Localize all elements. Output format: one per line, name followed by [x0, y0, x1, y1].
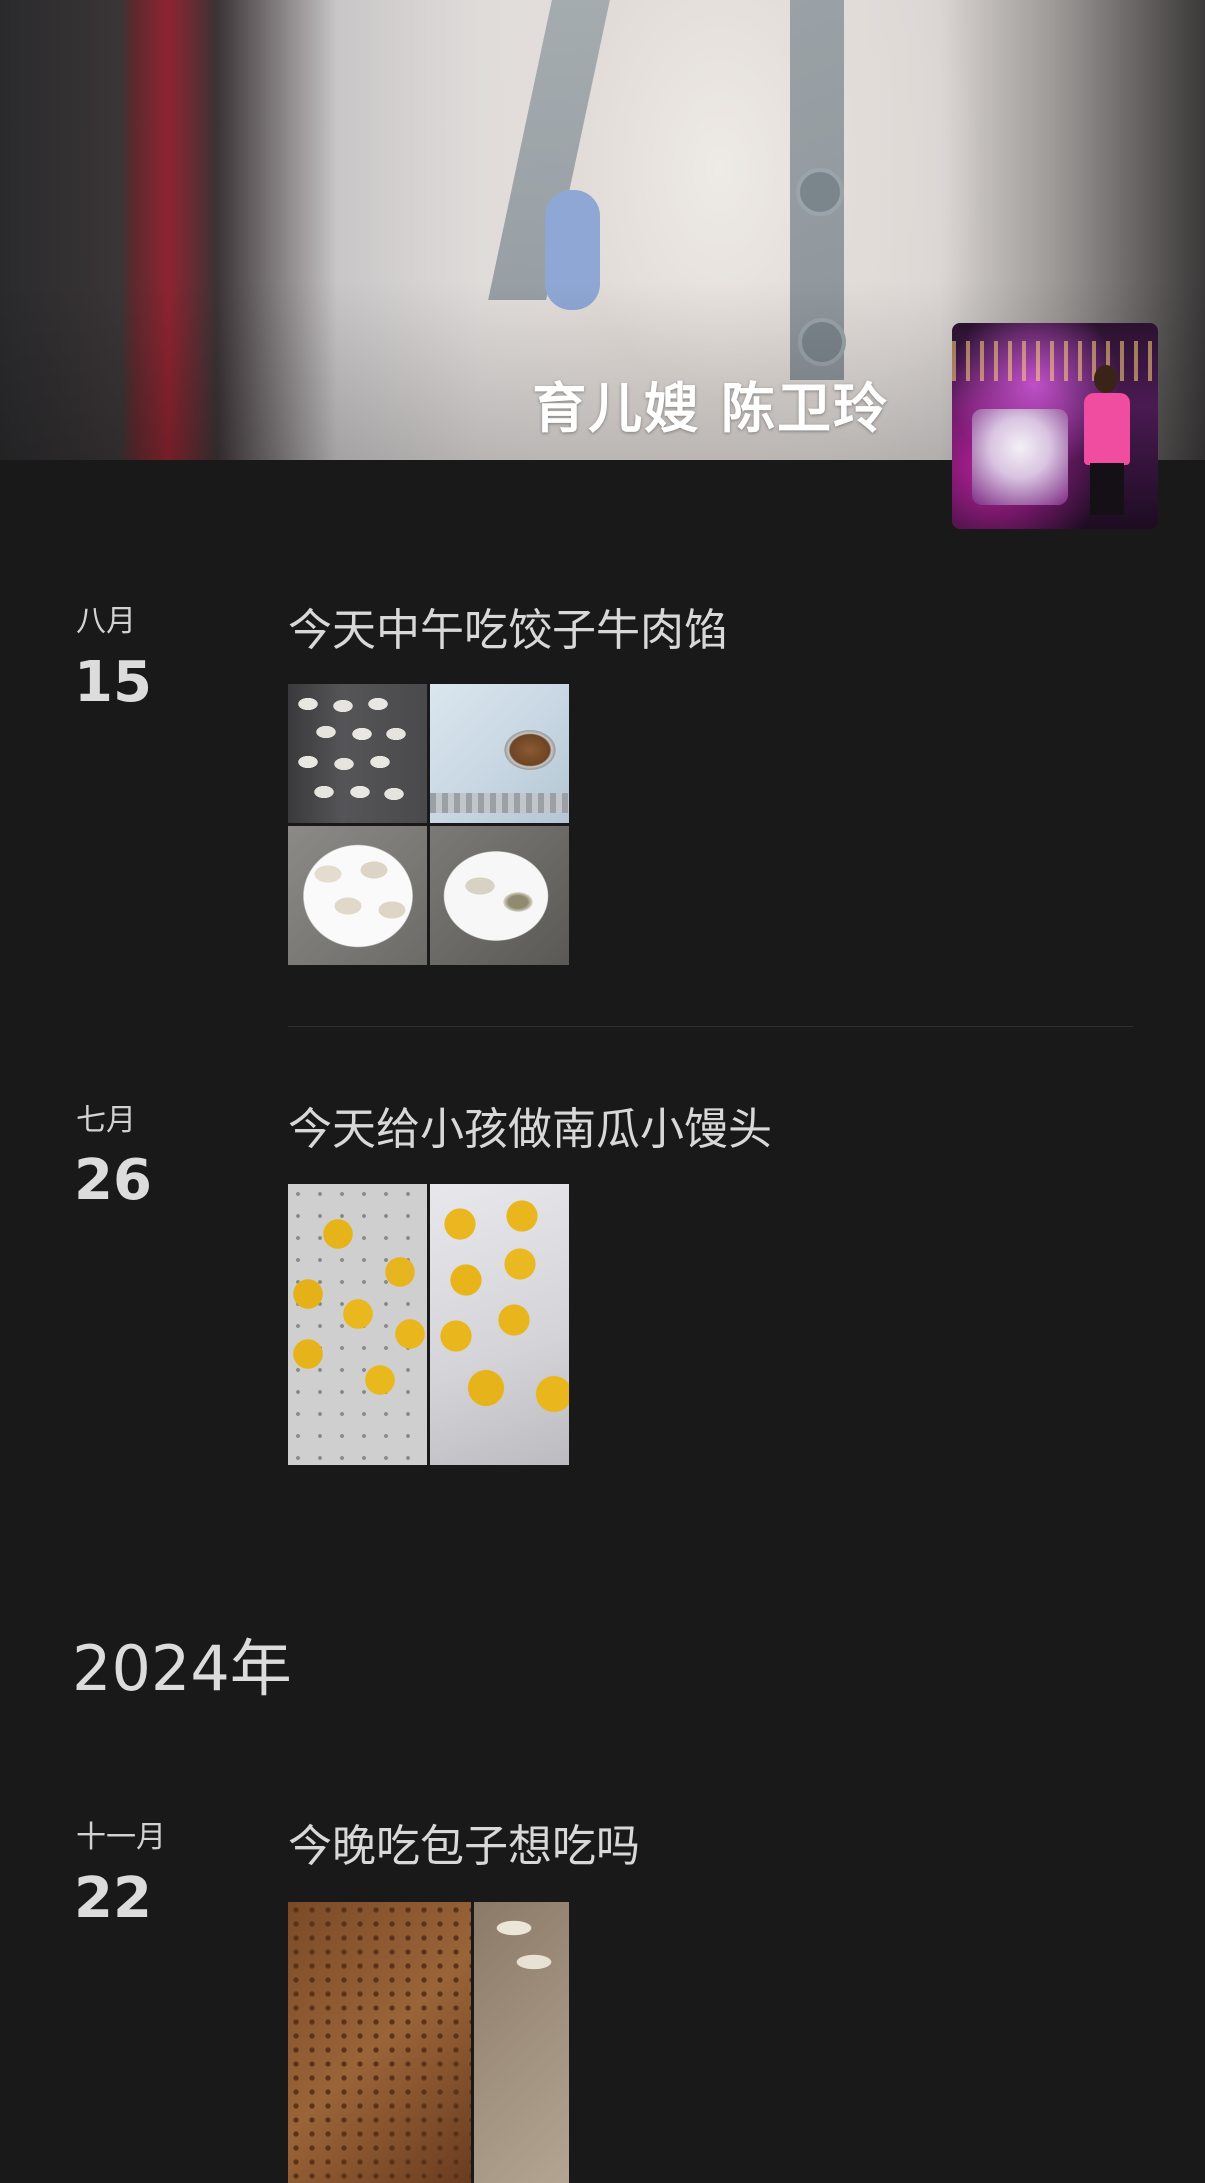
post-month: 十一月	[76, 1820, 166, 1855]
post-image[interactable]	[288, 684, 427, 823]
post-divider	[288, 1026, 1133, 1027]
avatar[interactable]	[952, 323, 1158, 529]
post-image-grid[interactable]	[288, 1902, 569, 2183]
post-text[interactable]: 今晚吃包子想吃吗	[288, 1810, 640, 1874]
avatar-detail	[952, 341, 1158, 381]
post-image[interactable]	[288, 826, 427, 965]
post-image[interactable]	[430, 1184, 569, 1465]
avatar-detail	[1094, 365, 1118, 393]
post-month: 七月	[76, 1103, 136, 1138]
post-image[interactable]	[430, 684, 569, 823]
post-day: 26	[74, 1148, 152, 1213]
cover-photo-detail	[796, 168, 844, 216]
post-image[interactable]	[288, 1184, 427, 1465]
post-image-grid[interactable]	[288, 1184, 569, 1465]
year-header: 2024年	[72, 1632, 292, 1705]
avatar-detail	[1090, 463, 1124, 515]
post-month: 八月	[76, 604, 136, 639]
avatar-detail	[972, 409, 1068, 505]
post-day: 15	[74, 650, 152, 715]
post-text[interactable]: 今天中午吃饺子牛肉馅	[288, 594, 728, 658]
post-day: 22	[74, 1866, 152, 1931]
profile-name[interactable]: 育儿嫂 陈卫玲	[532, 364, 889, 443]
post-image[interactable]	[430, 826, 569, 965]
post-image[interactable]	[288, 1902, 471, 2183]
avatar-detail	[1084, 393, 1130, 465]
post-image[interactable]	[474, 1902, 569, 2183]
post-text[interactable]: 今天给小孩做南瓜小馒头	[288, 1093, 772, 1157]
post-image-grid[interactable]	[288, 684, 569, 965]
